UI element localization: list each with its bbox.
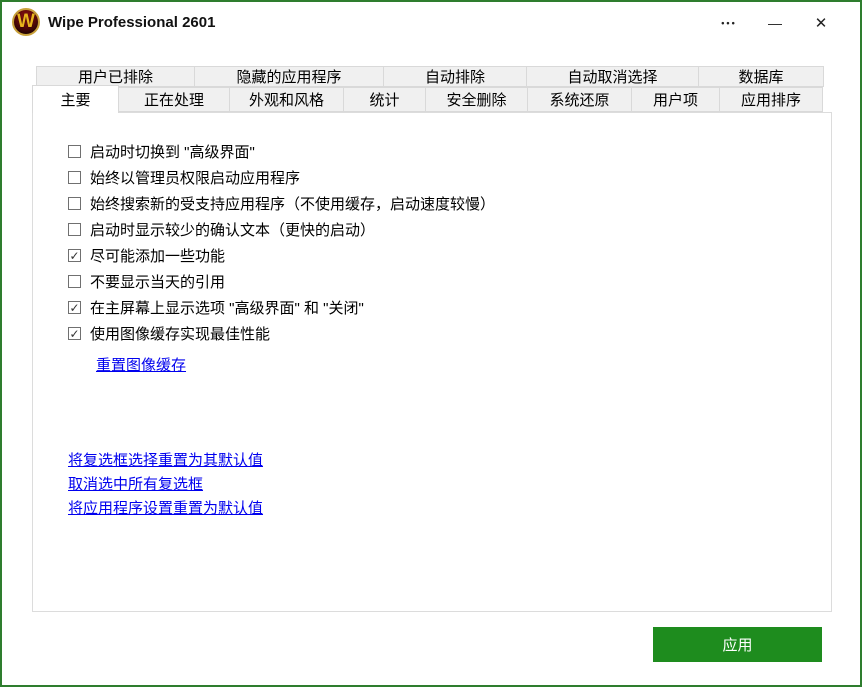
tab-system-restore[interactable]: 系统还原 <box>527 87 632 112</box>
checkbox-icon[interactable]: ✓ <box>68 327 81 340</box>
checkbox-add-features[interactable]: ✓ 尽可能添加一些功能 <box>68 247 495 264</box>
checkbox-label: 始终搜索新的受支持应用程序（不使用缓存，启动速度较慢） <box>90 193 495 214</box>
checkbox-icon[interactable] <box>68 223 81 236</box>
checkbox-label: 启动时显示较少的确认文本（更快的启动） <box>90 219 375 240</box>
tab-user-items[interactable]: 用户项 <box>631 87 720 112</box>
tab-row-secondary: 用户已排除 隐藏的应用程序 自动排除 自动取消选择 数据库 <box>36 66 824 87</box>
checkbox-less-confirmation-text[interactable]: 启动时显示较少的确认文本（更快的启动） <box>68 221 495 238</box>
checkbox-icon[interactable] <box>68 171 81 184</box>
checkbox-label: 使用图像缓存实现最佳性能 <box>90 323 270 344</box>
checkbox-label: 在主屏幕上显示选项 "高级界面" 和 "关闭" <box>90 297 364 318</box>
checkbox-main-screen-options[interactable]: ✓ 在主屏幕上显示选项 "高级界面" 和 "关闭" <box>68 299 495 316</box>
title-bar: W Wipe Professional 2601 ••• — ✕ <box>2 2 860 44</box>
tab-look-and-feel[interactable]: 外观和风格 <box>229 87 344 112</box>
tab-auto-exclude[interactable]: 自动排除 <box>383 66 527 87</box>
tab-main[interactable]: 主要 <box>32 85 119 113</box>
window-controls: ••• — ✕ <box>706 2 844 44</box>
logo-letter: W <box>17 11 35 33</box>
checkbox-icon[interactable] <box>68 145 81 158</box>
window-title: Wipe Professional 2601 <box>48 2 215 44</box>
apply-button[interactable]: 应用 <box>653 627 822 662</box>
checkbox-label: 始终以管理员权限启动应用程序 <box>90 167 300 188</box>
checkbox-image-cache[interactable]: ✓ 使用图像缓存实现最佳性能 <box>68 325 495 342</box>
tab-statistics[interactable]: 统计 <box>343 87 426 112</box>
checkbox-icon[interactable]: ✓ <box>68 249 81 262</box>
checkbox-list: 启动时切换到 "高级界面" 始终以管理员权限启动应用程序 始终搜索新的受支持应用… <box>68 143 495 351</box>
checkbox-label: 尽可能添加一些功能 <box>90 245 225 266</box>
app-window: { "window": { "title": "Wipe Professiona… <box>0 0 862 687</box>
minimize-button[interactable]: — <box>752 2 798 44</box>
tab-secure-delete[interactable]: 安全删除 <box>425 87 528 112</box>
link-reset-checkboxes-default[interactable]: 将复选框选择重置为其默认值 <box>68 453 263 469</box>
bottom-links: 将复选框选择重置为其默认值 取消选中所有复选框 将应用程序设置重置为默认值 <box>68 453 263 525</box>
app-logo-icon: W <box>12 8 40 36</box>
settings-panel: 启动时切换到 "高级界面" 始终以管理员权限启动应用程序 始终搜索新的受支持应用… <box>32 112 832 612</box>
link-reset-image-cache[interactable]: 重置图像缓存 <box>96 354 186 375</box>
checkbox-icon[interactable] <box>68 197 81 210</box>
link-uncheck-all-checkboxes[interactable]: 取消选中所有复选框 <box>68 477 263 493</box>
more-options-button[interactable]: ••• <box>706 2 752 44</box>
tab-auto-deselect[interactable]: 自动取消选择 <box>526 66 699 87</box>
tab-database[interactable]: 数据库 <box>698 66 824 87</box>
checkbox-no-quote-of-day[interactable]: 不要显示当天的引用 <box>68 273 495 290</box>
checkbox-icon[interactable] <box>68 275 81 288</box>
tab-hidden-apps[interactable]: 隐藏的应用程序 <box>194 66 384 87</box>
tab-row-primary: 主要 正在处理 外观和风格 统计 安全删除 系统还原 用户项 应用排序 <box>32 87 823 112</box>
checkbox-run-as-admin[interactable]: 始终以管理员权限启动应用程序 <box>68 169 495 186</box>
close-button[interactable]: ✕ <box>798 2 844 44</box>
checkbox-icon[interactable]: ✓ <box>68 301 81 314</box>
checkbox-switch-advanced-ui[interactable]: 启动时切换到 "高级界面" <box>68 143 495 160</box>
link-reset-app-settings-default[interactable]: 将应用程序设置重置为默认值 <box>68 501 263 517</box>
tab-processing[interactable]: 正在处理 <box>118 87 230 112</box>
checkbox-always-search-apps[interactable]: 始终搜索新的受支持应用程序（不使用缓存，启动速度较慢） <box>68 195 495 212</box>
tab-users-excluded[interactable]: 用户已排除 <box>36 66 195 87</box>
tab-app-sorting[interactable]: 应用排序 <box>719 87 823 112</box>
checkbox-label: 不要显示当天的引用 <box>90 271 225 292</box>
checkbox-label: 启动时切换到 "高级界面" <box>90 141 255 162</box>
